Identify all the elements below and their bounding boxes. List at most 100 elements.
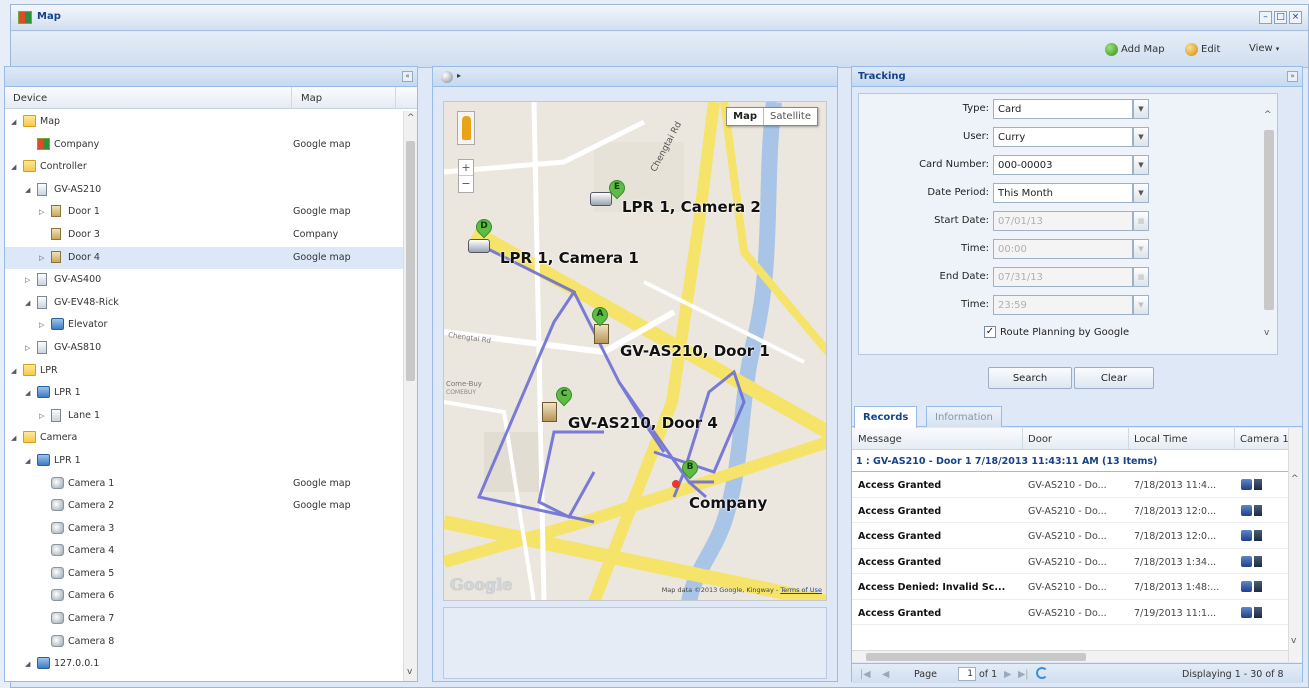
marker-c[interactable]: C	[552, 383, 576, 409]
maximize-icon[interactable]: □	[1274, 11, 1287, 24]
collapse-arrow-icon[interactable]: ◢	[25, 457, 30, 465]
record-row[interactable]: Access Granted GV-AS210 - Do... 7/18/2013 …	[852, 549, 1302, 574]
chevron-down-icon[interactable]: ▼	[1133, 183, 1149, 203]
tree-row[interactable]: ▷ GV-AS400	[5, 269, 405, 292]
scroll-thumb[interactable]	[406, 141, 415, 381]
date-period-select[interactable]: This Month	[993, 183, 1133, 203]
company-pin[interactable]	[672, 480, 680, 488]
tree-row[interactable]: Camera 7	[5, 608, 405, 631]
camera-playback-icon[interactable]	[1241, 606, 1252, 618]
satellite-view-button[interactable]: Satellite	[764, 108, 817, 125]
street-view-pegman-icon[interactable]	[457, 111, 475, 145]
first-page-icon[interactable]: |◀	[860, 669, 871, 680]
tree-row[interactable]: ▷ GV-AS810	[5, 337, 405, 360]
tree-row[interactable]: ◢ Map	[5, 111, 405, 134]
camera-column-header[interactable]: Camera 1	[1240, 434, 1289, 445]
video-file-icon[interactable]	[1254, 581, 1262, 592]
collapse-arrow-icon[interactable]: ◢	[11, 434, 16, 442]
marker-b[interactable]: B	[678, 456, 702, 482]
scroll-thumb[interactable]	[1264, 130, 1274, 310]
expand-arrow-icon[interactable]: ▷	[39, 208, 44, 216]
door-column-header[interactable]: Door	[1028, 434, 1052, 445]
collapse-left-icon[interactable]: «	[402, 71, 413, 82]
tree-row[interactable]: Company Google map	[5, 134, 405, 157]
close-icon[interactable]: ×	[1289, 11, 1302, 24]
terms-of-use-link[interactable]: Terms of Use	[780, 586, 822, 594]
tree-row[interactable]: Camera 4	[5, 540, 405, 563]
chevron-down-icon[interactable]: ▼	[1133, 155, 1149, 175]
record-row[interactable]: Access Denied: Invalid Sc... GV-AS210 - D…	[852, 574, 1302, 600]
expand-arrow-icon[interactable]: ▷	[39, 412, 44, 420]
tree-row[interactable]: ◢ Controller	[5, 156, 405, 179]
tree-row[interactable]: Camera 1 Google map	[5, 473, 405, 496]
tree-scrollbar[interactable]: ▲ ^ v	[403, 111, 417, 681]
collapse-arrow-icon[interactable]: ◢	[25, 299, 30, 307]
records-horizontal-scrollbar[interactable]	[852, 650, 1288, 662]
last-page-icon[interactable]: ▶|	[1018, 669, 1029, 680]
tree-row[interactable]: ◢ 127.0.0.1	[5, 653, 405, 676]
column-divider[interactable]	[291, 87, 292, 109]
collapse-arrow-icon[interactable]: ◢	[25, 186, 30, 194]
expand-arrow-icon[interactable]: ▷	[39, 254, 44, 262]
tree-row[interactable]: ▷ Door 1 Google map	[5, 201, 405, 224]
records-scrollbar[interactable]: ^ v	[1288, 428, 1302, 662]
marker-a[interactable]: A	[588, 303, 612, 329]
column-divider[interactable]	[1234, 428, 1235, 450]
camera-1-device-icon[interactable]	[468, 239, 490, 253]
collapse-arrow-icon[interactable]: ◢	[11, 367, 16, 375]
scroll-down-icon[interactable]: v	[1291, 636, 1296, 646]
tree-row[interactable]: Door 3 Company	[5, 224, 405, 247]
tree-row[interactable]: ▷ Lane 1	[5, 405, 405, 428]
clear-button[interactable]: Clear	[1074, 367, 1154, 389]
tree-row[interactable]: ◢ LPR	[5, 360, 405, 383]
form-scrollbar[interactable]: ^ v	[1263, 96, 1275, 350]
tab-records[interactable]: Records	[854, 406, 918, 428]
video-file-icon[interactable]	[1254, 530, 1262, 541]
chevron-down-icon[interactable]: ▼	[1133, 99, 1149, 119]
camera-playback-icon[interactable]	[1241, 581, 1252, 592]
expand-arrow-icon[interactable]: ▷	[39, 321, 44, 329]
device-column-header[interactable]: Device	[13, 93, 47, 104]
view-menu-button[interactable]: View ▾	[1249, 43, 1279, 54]
collapse-arrow-icon[interactable]: ◢	[25, 660, 30, 668]
video-file-icon[interactable]	[1254, 479, 1262, 490]
marker-d[interactable]: D	[472, 215, 496, 241]
chevron-right-icon[interactable]: ▸	[457, 71, 461, 80]
tree-row[interactable]: Camera 2 Google map	[5, 495, 405, 518]
zoom-in-button[interactable]: +	[459, 160, 473, 176]
scroll-down-icon[interactable]: v	[1264, 328, 1269, 338]
record-row[interactable]: Access Granted GV-AS210 - Do... 7/18/2013 …	[852, 523, 1302, 549]
next-page-icon[interactable]: ▶	[1004, 669, 1011, 680]
video-file-icon[interactable]	[1254, 555, 1262, 567]
map-view-button[interactable]: Map	[727, 108, 765, 125]
tree-row[interactable]: ▷ Elevator	[5, 314, 405, 337]
camera-playback-icon[interactable]	[1241, 479, 1252, 490]
tab-information[interactable]: Information	[926, 406, 1002, 427]
video-file-icon[interactable]	[1254, 504, 1262, 516]
checkbox-check-icon[interactable]: ✓	[984, 326, 996, 338]
route-planning-checkbox[interactable]: ✓ Route Planning by Google	[984, 326, 1129, 338]
scroll-up-icon[interactable]: ^	[1291, 474, 1299, 484]
scroll-up-icon[interactable]: ^	[1264, 110, 1272, 120]
minimize-icon[interactable]: –	[1259, 11, 1272, 24]
tree-row[interactable]: Camera 8	[5, 631, 405, 654]
record-group-header[interactable]: 1 : GV-AS210 - Door 1 7/18/2013 11:43:11…	[852, 450, 1302, 472]
tree-row[interactable]: Camera 3	[5, 518, 405, 541]
zoom-out-button[interactable]: −	[459, 176, 473, 192]
collapse-arrow-icon[interactable]: ◢	[11, 118, 16, 126]
tree-row[interactable]: ◢ LPR 1	[5, 382, 405, 405]
scroll-down-icon[interactable]: v	[407, 667, 412, 677]
type-select[interactable]: Card	[993, 99, 1133, 119]
refresh-icon[interactable]	[1036, 667, 1048, 679]
camera-playback-icon[interactable]	[1241, 504, 1252, 516]
scroll-thumb[interactable]	[866, 653, 1086, 661]
collapse-arrow-icon[interactable]: ◢	[25, 389, 30, 397]
user-select[interactable]: Curry	[993, 127, 1133, 147]
local-time-column-header[interactable]: Local Time	[1134, 434, 1188, 445]
tree-row[interactable]: Camera 6	[5, 585, 405, 608]
google-map[interactable]: Map Satellite + − E LPR 1, Camera 2 D LP…	[443, 101, 827, 601]
page-number-input[interactable]: 1	[958, 667, 976, 681]
tree-row[interactable]: Camera 5	[5, 563, 405, 586]
map-column-header[interactable]: Map	[301, 93, 322, 104]
tree-row[interactable]: ◢ Camera	[5, 427, 405, 450]
